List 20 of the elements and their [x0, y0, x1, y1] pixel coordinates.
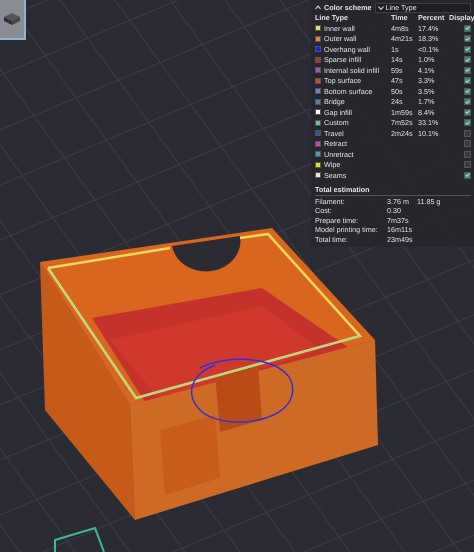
- box-icon: [3, 12, 21, 26]
- display-checkbox[interactable]: [464, 150, 471, 158]
- display-checkbox[interactable]: [464, 77, 471, 84]
- display-checkbox[interactable]: [464, 88, 471, 95]
- display-checkbox[interactable]: [464, 119, 471, 126]
- display-checkbox[interactable]: [464, 140, 471, 148]
- display-checkbox[interactable]: [464, 46, 471, 53]
- chevron-down-icon: [378, 6, 384, 10]
- model-thumbnail[interactable]: [0, 0, 26, 40]
- display-checkbox[interactable]: [464, 98, 471, 106]
- display-checkbox[interactable]: [464, 172, 471, 179]
- display-checkbox[interactable]: [464, 56, 471, 64]
- display-checkbox[interactable]: [464, 66, 471, 74]
- display-checkbox[interactable]: [464, 108, 471, 116]
- display-checkbox[interactable]: [464, 130, 471, 137]
- collapse-chevron-icon[interactable]: [315, 5, 321, 10]
- display-checkbox[interactable]: [464, 35, 471, 42]
- bed-outline-drawing: [54, 526, 105, 552]
- display-checkbox[interactable]: [464, 24, 471, 32]
- display-checkbox[interactable]: [464, 161, 471, 168]
